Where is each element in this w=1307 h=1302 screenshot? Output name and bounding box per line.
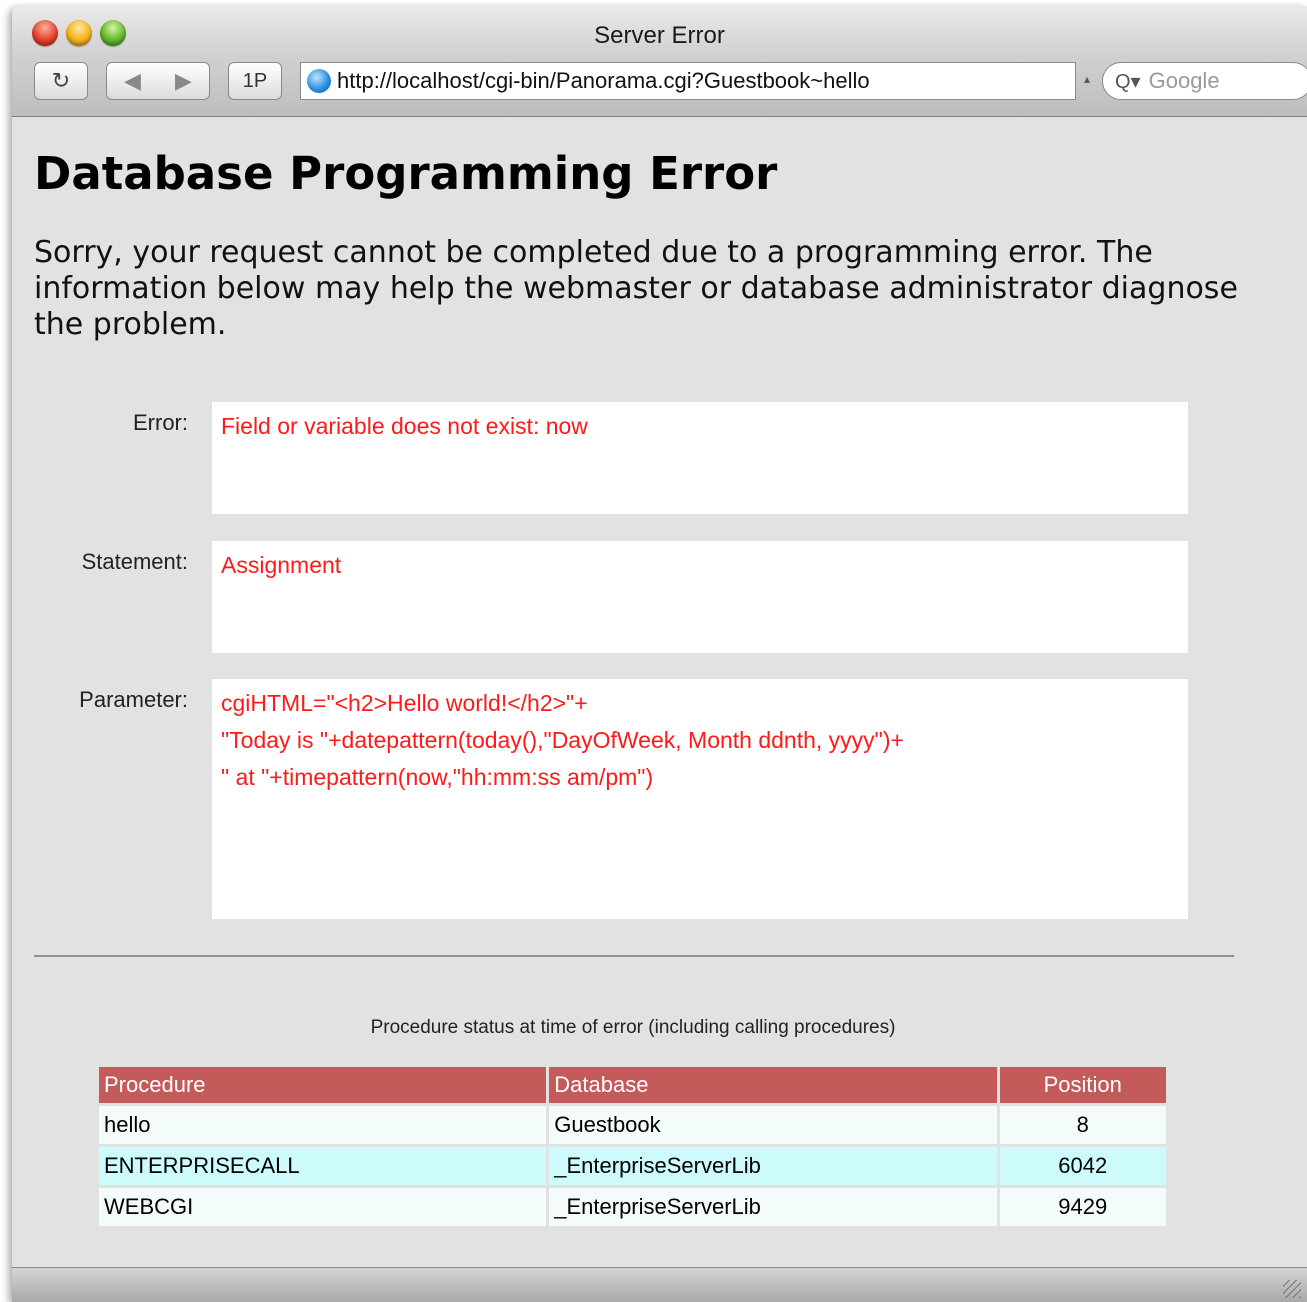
table-row: WEBCGI _EnterpriseServerLib 9429 [99, 1188, 1166, 1226]
database-cell: _EnterpriseServerLib [549, 1188, 997, 1226]
table-row: hello Guestbook 8 [99, 1106, 1166, 1144]
column-header-position: Position [999, 1067, 1166, 1103]
globe-icon [307, 69, 331, 93]
reload-button[interactable]: ↻ [34, 62, 88, 100]
window-title: Server Error [594, 22, 725, 49]
address-bar[interactable]: http://localhost/cgi-bin/Panorama.cgi?Gu… [300, 62, 1076, 100]
search-icon: Q▾ [1115, 70, 1141, 93]
column-header-database: Database [549, 1067, 997, 1103]
section-divider [34, 955, 1234, 957]
search-placeholder: Google [1148, 68, 1220, 93]
url-text: http://localhost/cgi-bin/Panorama.cgi?Gu… [337, 68, 870, 93]
column-header-procedure: Procedure [99, 1067, 547, 1103]
statement-label: Statement: [81, 549, 188, 574]
back-forward-buttons: ◀ ▶ [106, 62, 210, 100]
url-dropdown-icon[interactable]: ▴ [1084, 72, 1090, 86]
search-field[interactable]: Q▾ Google [1102, 62, 1307, 100]
error-value: Field or variable does not exist: now [221, 413, 588, 439]
forward-icon[interactable]: ▶ [175, 68, 192, 94]
database-cell: Guestbook [549, 1106, 997, 1144]
resize-grip-icon[interactable] [1283, 1280, 1301, 1298]
database-cell: _EnterpriseServerLib [549, 1147, 997, 1185]
error-intro: Sorry, your request cannot be completed … [34, 235, 1238, 342]
statement-value-box: Assignment [212, 541, 1188, 653]
parameter-value-box: cgiHTML="<h2>Hello world!</h2>"+ "Today … [212, 679, 1188, 919]
procedure-status-table: Procedure Database Position hello Guestb… [96, 1064, 1169, 1229]
onep-button[interactable]: 1P [228, 62, 282, 100]
status-bar [12, 1267, 1307, 1302]
page-content: Database Programming Error Sorry, your r… [12, 117, 1307, 1268]
table-header-row: Procedure Database Position [99, 1067, 1166, 1103]
error-label: Error: [133, 410, 188, 435]
parameter-line: cgiHTML="<h2>Hello world!</h2>"+ [221, 690, 588, 716]
parameter-label: Parameter: [79, 687, 188, 712]
browser-window: Server Error ↻ ◀ ▶ 1P http://localhost/c… [12, 6, 1307, 1302]
procedure-cell: WEBCGI [99, 1188, 547, 1226]
statement-value: Assignment [221, 552, 342, 578]
table-row: ENTERPRISECALL _EnterpriseServerLib 6042 [99, 1147, 1166, 1185]
parameter-line: " at "+timepattern(now,"hh:mm:ss am/pm") [221, 764, 654, 790]
browser-toolbar: ↻ ◀ ▶ 1P http://localhost/cgi-bin/Panora… [12, 58, 1307, 106]
parameter-line: "Today is "+datepattern(today(),"DayOfWe… [221, 727, 904, 753]
reload-icon: ↻ [51, 68, 71, 93]
procedure-cell: ENTERPRISECALL [99, 1147, 547, 1185]
page-title: Database Programming Error [34, 147, 778, 200]
browser-chrome: Server Error ↻ ◀ ▶ 1P http://localhost/c… [12, 6, 1307, 117]
position-cell: 8 [999, 1106, 1166, 1144]
back-icon[interactable]: ◀ [124, 68, 141, 94]
procedure-status-caption: Procedure status at time of error (inclu… [370, 1017, 896, 1038]
procedure-cell: hello [99, 1106, 547, 1144]
position-cell: 6042 [999, 1147, 1166, 1185]
error-value-box: Field or variable does not exist: now [212, 402, 1188, 514]
position-cell: 9429 [999, 1188, 1166, 1226]
